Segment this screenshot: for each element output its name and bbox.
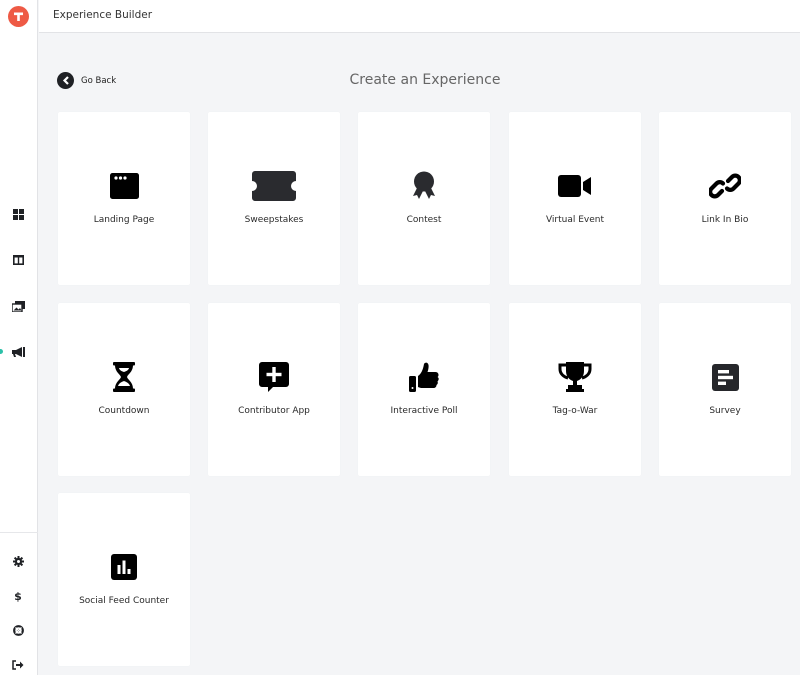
experience-card-countdown[interactable]: Countdown bbox=[58, 303, 190, 476]
images-icon[interactable] bbox=[11, 299, 25, 313]
comment-plus-icon bbox=[208, 361, 340, 393]
experience-card-label: Contest bbox=[406, 215, 442, 225]
bar-chart-icon bbox=[58, 551, 190, 583]
experience-card-label: Landing Page bbox=[93, 215, 155, 225]
sidebar: $ bbox=[0, 0, 38, 675]
dollar-icon[interactable]: $ bbox=[11, 589, 25, 603]
thumbs-up-icon bbox=[358, 361, 490, 393]
experience-card-virtual-event[interactable]: Virtual Event bbox=[509, 112, 641, 285]
browser-window-icon bbox=[58, 170, 190, 202]
trophy-icon bbox=[509, 361, 641, 393]
sign-out-icon[interactable] bbox=[11, 658, 25, 672]
experience-card-label: Countdown bbox=[98, 406, 150, 416]
experience-card-contributor-app[interactable]: Contributor App bbox=[208, 303, 340, 476]
video-camera-icon bbox=[509, 170, 641, 202]
sidebar-divider bbox=[0, 532, 38, 533]
hourglass-icon bbox=[58, 361, 190, 393]
experience-card-social-feed-counter[interactable]: Social Feed Counter bbox=[58, 493, 190, 666]
experience-card-label: Social Feed Counter bbox=[79, 596, 169, 606]
experience-card-contest[interactable]: Contest bbox=[358, 112, 490, 285]
ticket-icon bbox=[208, 170, 340, 202]
t-logo-icon[interactable] bbox=[8, 6, 29, 27]
experience-card-label: Tag-o-War bbox=[552, 406, 598, 416]
experience-card-sweepstakes[interactable]: Sweepstakes bbox=[208, 112, 340, 285]
gear-icon[interactable] bbox=[11, 554, 25, 568]
experience-card-label: Sweepstakes bbox=[244, 215, 304, 225]
megaphone-icon[interactable] bbox=[11, 345, 25, 359]
page-title: Create an Experience bbox=[349, 72, 501, 88]
survey-form-icon bbox=[659, 361, 791, 393]
columns-icon[interactable] bbox=[11, 253, 25, 267]
chevron-left-icon bbox=[57, 72, 74, 89]
lifebuoy-icon[interactable] bbox=[11, 623, 25, 637]
grid-icon[interactable] bbox=[11, 207, 25, 221]
go-back-button[interactable]: Go Back bbox=[57, 72, 116, 89]
experience-card-label: Survey bbox=[709, 406, 741, 416]
experience-card-tag-o-war[interactable]: Tag-o-War bbox=[509, 303, 641, 476]
experience-card-link-in-bio[interactable]: Link In Bio bbox=[659, 112, 791, 285]
link-icon bbox=[659, 170, 791, 202]
experience-card-label: Virtual Event bbox=[545, 215, 605, 225]
experience-card-survey[interactable]: Survey bbox=[659, 303, 791, 476]
active-indicator bbox=[0, 349, 3, 354]
go-back-label: Go Back bbox=[81, 75, 117, 86]
experience-card-label: Contributor App bbox=[238, 406, 310, 416]
experience-card-label: Link In Bio bbox=[701, 215, 749, 225]
experience-card-interactive-poll[interactable]: Interactive Poll bbox=[358, 303, 490, 476]
experience-card-landing-page[interactable]: Landing Page bbox=[58, 112, 190, 285]
award-ribbon-icon bbox=[358, 170, 490, 202]
top-bar: Experience Builder bbox=[39, 0, 800, 33]
experience-card-label: Interactive Poll bbox=[390, 406, 458, 416]
app-title: Experience Builder bbox=[53, 9, 153, 21]
